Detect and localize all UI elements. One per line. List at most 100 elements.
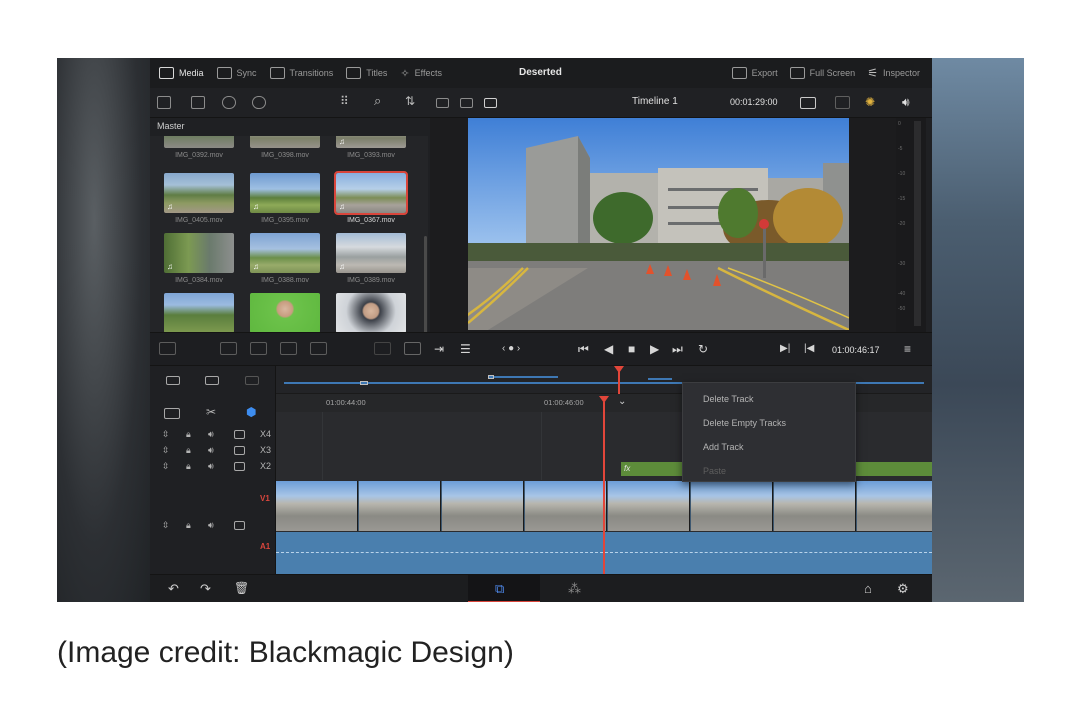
stop-icon[interactable]: ■: [628, 343, 635, 355]
scissors-icon[interactable]: ✂: [206, 406, 216, 418]
clip-frame: [442, 481, 524, 531]
monitor-icon[interactable]: [234, 521, 245, 530]
reverse-icon[interactable]: ◀: [604, 343, 613, 355]
bottom-toolbar: ↶ ↷ 🗑︎ ⧉ ⁂ ⌂ ⚙: [150, 574, 932, 602]
fit-to-fill-icon[interactable]: [280, 342, 297, 355]
place-on-top-icon[interactable]: [310, 342, 327, 355]
timeline-view-icon[interactable]: [166, 376, 180, 385]
trash-icon[interactable]: 🗑︎: [234, 582, 249, 595]
speaker-icon[interactable]: 🔊︎: [208, 520, 214, 530]
marker-icon[interactable]: ⬢: [246, 406, 256, 418]
blade-view-icon[interactable]: [164, 408, 180, 419]
video-viewer[interactable]: [468, 118, 849, 330]
media-pool-folder[interactable]: Master: [157, 121, 185, 131]
go-to-end-icon[interactable]: ⏭: [672, 343, 683, 355]
grid-view-icon[interactable]: ⠿: [340, 94, 349, 108]
volume-icon[interactable]: 🔊︎: [902, 95, 910, 110]
tab-media[interactable]: Media: [159, 67, 204, 79]
loop-icon[interactable]: ↻: [698, 343, 708, 355]
clip-item[interactable]: ♫ IMG_0389.mov: [336, 233, 406, 284]
import-icon[interactable]: [191, 96, 205, 109]
playhead-handle[interactable]: [599, 396, 609, 403]
fx-bypass-icon[interactable]: [800, 97, 816, 109]
transform-icon[interactable]: [835, 96, 850, 109]
undo-icon[interactable]: ↶: [168, 582, 179, 595]
media-pool-scrollbar[interactable]: [424, 236, 427, 332]
clip-item[interactable]: ♫ IMG_0384.mov: [164, 233, 234, 284]
sort-icon[interactable]: ⇅: [405, 94, 415, 108]
viewer-mode-1-icon[interactable]: [436, 98, 449, 108]
overwrite-clip-icon[interactable]: [220, 342, 237, 355]
viewer-mode-2-icon[interactable]: [460, 98, 473, 108]
lock-icon[interactable]: 🔒︎: [186, 445, 191, 455]
lock-icon[interactable]: 🔒︎: [186, 461, 191, 471]
clip-item[interactable]: ♫ IMG_0393.mov: [336, 136, 406, 159]
monitor-icon[interactable]: [234, 446, 245, 455]
clip-item[interactable]: IMG_0398.mov: [250, 136, 320, 159]
track-x2-toggle-icon[interactable]: ⇳: [162, 461, 170, 471]
clip-item[interactable]: ♫ IMG_0405.mov: [164, 173, 234, 224]
tab-transitions[interactable]: Transitions: [269, 67, 333, 79]
next-edit-icon[interactable]: ▶|: [780, 343, 790, 355]
tab-titles[interactable]: Titles: [346, 67, 387, 79]
speaker-icon[interactable]: 🔊︎: [208, 429, 214, 439]
menu-item-add-track[interactable]: Add Track: [703, 442, 744, 452]
meter-tick: -10: [898, 171, 906, 177]
lock-icon[interactable]: 🔒︎: [186, 520, 191, 530]
append-clip-icon[interactable]: [374, 342, 391, 355]
clip-thumbnail: [164, 293, 234, 332]
clip-item[interactable]: ♫ IMG_0388.mov: [250, 233, 320, 284]
playhead[interactable]: [603, 402, 605, 574]
export-button[interactable]: Export: [731, 67, 778, 79]
clip-item[interactable]: ♫ IMG_0367.mov: [334, 171, 408, 224]
cut-page-tab[interactable]: ⧉: [468, 575, 540, 602]
menu-item-delete-empty-tracks[interactable]: Delete Empty Tracks: [703, 418, 786, 428]
clip-item[interactable]: [250, 293, 320, 332]
speaker-icon[interactable]: 🔊︎: [208, 445, 214, 455]
speaker-icon[interactable]: 🔊︎: [208, 461, 214, 471]
audio-view-icon[interactable]: [245, 376, 259, 385]
redo-icon[interactable]: ↷: [200, 582, 211, 595]
track-v1-toggle-icon[interactable]: ⇳: [162, 520, 170, 530]
viewer-mode-3-icon[interactable]: [484, 98, 497, 108]
tab-effects[interactable]: ✧ Effects: [400, 67, 442, 80]
timeline-options-icon[interactable]: ☰: [460, 343, 471, 355]
edit-page-icon[interactable]: ⁂: [568, 582, 581, 595]
insert-clip-icon[interactable]: [159, 342, 176, 355]
tab-sync-label: Sync: [236, 68, 257, 78]
monitor-icon[interactable]: [234, 430, 245, 439]
home-icon[interactable]: ⌂: [864, 582, 872, 595]
prev-edit-icon[interactable]: |◀: [804, 343, 814, 355]
link-icon[interactable]: [252, 96, 266, 109]
source-overwrite-icon[interactable]: [404, 342, 421, 355]
overview-marker: [360, 381, 368, 385]
clip-item[interactable]: IMG_0392.mov: [164, 136, 234, 159]
fullscreen-button[interactable]: Full Screen: [789, 67, 855, 79]
track-x3-toggle-icon[interactable]: ⇳: [162, 445, 170, 455]
clip-item[interactable]: ♫ IMG_0395.mov: [250, 173, 320, 224]
jog-icon[interactable]: ‹ ● ›: [502, 343, 520, 355]
search-icon[interactable]: ⌕: [374, 93, 381, 109]
monitor-icon[interactable]: [234, 462, 245, 471]
panel-toggle-icon[interactable]: [157, 96, 171, 109]
menu-icon[interactable]: ≡: [904, 343, 911, 355]
clip-item[interactable]: [164, 293, 234, 332]
settings-gear-icon[interactable]: ⚙: [897, 582, 909, 595]
color-wheel-icon[interactable]: ✺: [865, 95, 875, 109]
timeline-name[interactable]: Timeline 1: [632, 96, 678, 107]
chevron-down-icon[interactable]: ⌄: [618, 396, 626, 407]
relink-icon[interactable]: [222, 96, 236, 109]
lock-icon[interactable]: 🔒︎: [186, 429, 191, 439]
go-to-start-icon[interactable]: ⏮: [578, 343, 589, 355]
track-height-icon[interactable]: [205, 376, 219, 385]
track-x4-toggle-icon[interactable]: ⇳: [162, 429, 170, 439]
clip-frame: [608, 481, 690, 531]
replace-clip-icon[interactable]: [250, 342, 267, 355]
inspector-button[interactable]: ⚟ Inspector: [867, 66, 920, 80]
clip-sort-icon[interactable]: ⇥: [434, 343, 444, 355]
play-icon[interactable]: ▶: [650, 343, 659, 355]
menu-item-delete-track[interactable]: Delete Track: [703, 394, 754, 404]
effects-icon: ✧: [400, 67, 410, 80]
tab-sync[interactable]: Sync: [216, 67, 257, 79]
clip-item[interactable]: [336, 293, 406, 332]
